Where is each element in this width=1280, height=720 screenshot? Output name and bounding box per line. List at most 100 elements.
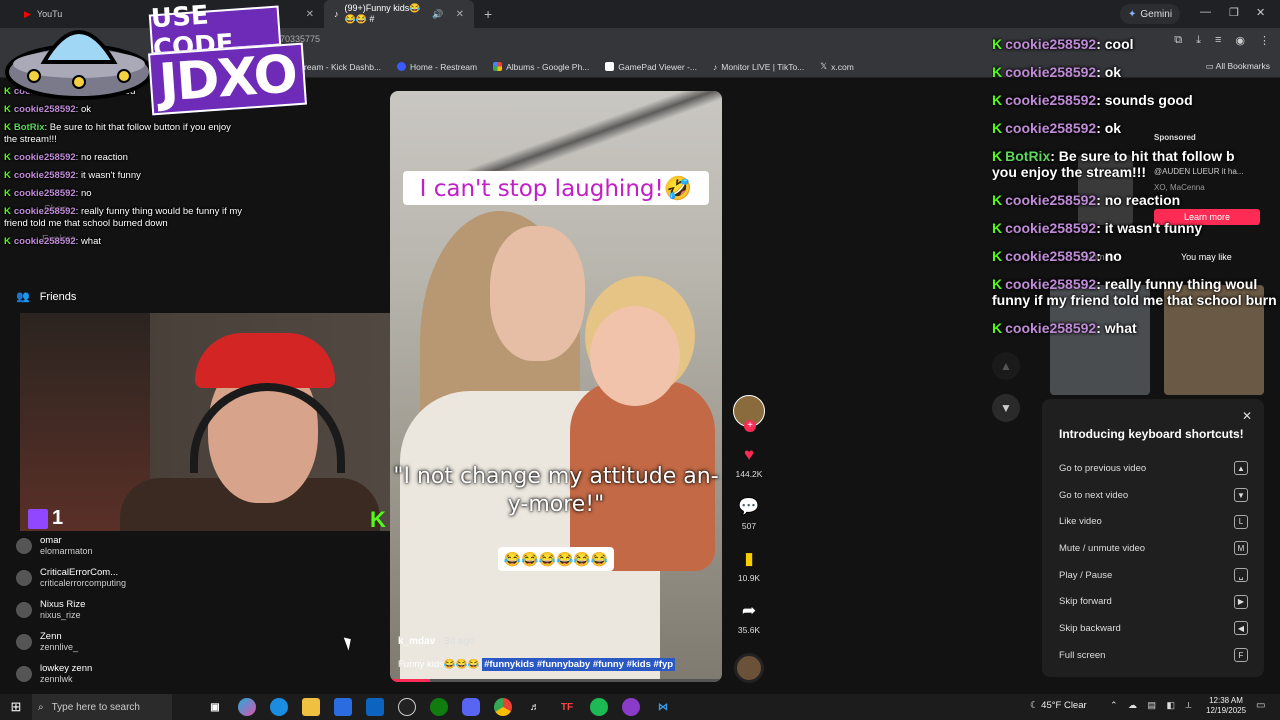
restore-icon[interactable]: ❐ (1229, 6, 1239, 19)
chat-username[interactable]: cookie258592 (1005, 276, 1096, 292)
tf-app-icon[interactable]: TF (558, 698, 576, 716)
avatar (16, 538, 32, 554)
following-item[interactable]: CriticalErrorCom... criticalerrorcomputin… (16, 562, 216, 594)
file-explorer-icon[interactable] (302, 698, 320, 716)
discord-icon[interactable] (462, 698, 480, 716)
following-handle: zennlwk (40, 674, 73, 684)
video-author[interactable]: k_mdav · 3d ago (398, 636, 475, 647)
chat-username[interactable]: cookie258592 (14, 170, 76, 181)
chat-username[interactable]: cookie258592 (14, 236, 76, 247)
video-hashtags[interactable]: #funnykids #funnybaby #funny #kids #fyp (482, 658, 676, 671)
following-text: Zenn zennlive_ (40, 631, 78, 653)
xbox-icon[interactable] (430, 698, 448, 716)
video-progress-bar[interactable] (390, 679, 722, 682)
chat-message: Kcookie258592: really funny thing would … (4, 206, 244, 230)
video-player[interactable]: I can't stop laughing!🤣 "I not change my… (390, 91, 722, 682)
copilot-icon[interactable] (238, 698, 256, 716)
creator-avatar[interactable]: + (733, 395, 765, 432)
like-button[interactable]: ♥ 144.2K (732, 445, 766, 479)
chat-username[interactable]: cookie258592 (14, 206, 76, 217)
shortcuts-title: Introducing keyboard shortcuts! (1059, 427, 1244, 441)
following-text: Nixus Rize nixus_rize (40, 599, 85, 621)
minimize-icon[interactable]: — (1200, 6, 1211, 18)
bookmark-kick[interactable]: Stream - Kick Dashb... (296, 62, 381, 72)
tab-tiktok[interactable]: ♪ (99+)Funny kids😂😂😂 # 🔊 ✕ (324, 0, 474, 28)
previous-video-button[interactable]: ▲ (992, 352, 1020, 380)
bookmark-monitor-live[interactable]: ♪ Monitor LIVE | TikTo... (713, 62, 804, 72)
shortcut-row: Skip backward ◀ (1059, 615, 1248, 642)
close-tab-icon[interactable]: ✕ (456, 9, 464, 20)
chat-message: Kcookie258592: ok (992, 64, 1280, 80)
speaker-icon[interactable]: 🔊 (432, 9, 443, 20)
kick-badge-icon: K (992, 120, 1003, 136)
obs-icon[interactable] (398, 698, 416, 716)
chat-username[interactable]: cookie258592 (1005, 192, 1096, 208)
close-tab-icon[interactable]: ✕ (306, 9, 314, 20)
bookmark-google-photos[interactable]: Albums - Google Ph... (493, 62, 589, 72)
shortcut-row: Skip forward ▶ (1059, 588, 1248, 615)
comment-button[interactable]: 💬 507 (732, 497, 766, 531)
following-item[interactable]: Zenn zennlive_ (16, 626, 216, 658)
chat-username[interactable]: cookie258592 (1005, 120, 1096, 136)
following-item[interactable]: lowkey zenn zennlwk (16, 658, 216, 690)
chat-username[interactable]: cookie258592 (1005, 220, 1096, 236)
spotify-icon[interactable] (590, 698, 608, 716)
streamer-app-icon[interactable] (622, 698, 640, 716)
windows-start-icon[interactable]: ⊞ (0, 699, 32, 715)
kick-badge-icon: K (992, 92, 1003, 108)
chat-username[interactable]: cookie258592 (1005, 248, 1096, 264)
chat-text: : no (75, 188, 92, 199)
task-view-icon[interactable]: ▣ (206, 698, 224, 716)
gamepad-icon (605, 62, 615, 71)
sidebar-item-friends[interactable]: 👥 Friends (16, 290, 76, 304)
vscode-icon[interactable]: ⋈ (654, 698, 672, 716)
calculator-icon[interactable] (334, 698, 352, 716)
promo-code: JDXO (148, 42, 307, 116)
bookmark-icon: ▮ (744, 549, 754, 568)
bookmark-restream[interactable]: Home - Restream (397, 62, 477, 72)
taskbar-search[interactable]: ⌕ Type here to search (32, 694, 172, 720)
chat-text-continued: you enjoy the stream!!! (992, 164, 1147, 180)
close-window-icon[interactable]: ✕ (1256, 6, 1265, 19)
following-name: Zenn (40, 631, 62, 642)
chat-username[interactable]: cookie258592 (14, 152, 76, 163)
following-text: omar elomarmaton (40, 535, 93, 557)
music-disc-icon[interactable] (734, 653, 764, 683)
chat-username[interactable]: BotRix (14, 122, 45, 133)
chat-message: Kcookie258592: it wasn't funny (992, 220, 1280, 236)
system-tray-icons[interactable]: ⌃ ☁ ▤ ◧ ⟂ (1110, 700, 1196, 711)
chat-username[interactable]: cookie258592 (1005, 320, 1096, 336)
avatar (16, 666, 32, 682)
chat-username[interactable]: cookie258592 (14, 188, 76, 199)
chat-username[interactable]: BotRix (1005, 148, 1050, 164)
screen: ▶ YouTu ✕ ♪ (99+)Funny kids😂😂😂 # 🔊 ✕ + ✦… (0, 0, 1280, 720)
following-item[interactable]: omar elomarmaton (16, 530, 216, 562)
close-icon[interactable]: ✕ (1242, 409, 1252, 423)
kick-badge-icon: K (4, 170, 11, 181)
new-tab-button[interactable]: + (474, 6, 502, 22)
following-handle: elomarmaton (40, 546, 93, 556)
save-button[interactable]: ▮ 10.9K (732, 549, 766, 583)
bookmark-x[interactable]: 𝕏x.com (820, 61, 854, 72)
next-video-button[interactable]: ▼ (992, 394, 1020, 422)
bookmark-gamepad[interactable]: GamePad Viewer -... (605, 62, 697, 72)
sound-app-icon[interactable]: ♬ (526, 698, 544, 716)
following-item[interactable]: Nixus Rize nixus_rize (16, 594, 216, 626)
video-progress-fill (390, 679, 430, 682)
share-button[interactable]: ➦ 35.6K (732, 601, 766, 635)
outlook-icon[interactable] (366, 698, 384, 716)
x-icon: 𝕏 (820, 61, 828, 71)
notification-icon[interactable]: ▭ (1256, 700, 1265, 711)
follow-plus-icon[interactable]: + (744, 420, 756, 432)
chat-username[interactable]: cookie258592 (1005, 36, 1096, 52)
gemini-button[interactable]: ✦ Gemini (1120, 4, 1181, 24)
chat-username[interactable]: cookie258592 (1005, 92, 1096, 108)
edge-icon[interactable] (270, 698, 288, 716)
chat-text: : ok (1096, 120, 1122, 136)
chat-message: Kcookie258592: ok (992, 120, 1280, 136)
chat-username[interactable]: cookie258592 (1005, 64, 1096, 80)
twitch-icon (28, 508, 48, 529)
chrome-icon[interactable] (494, 698, 512, 716)
weather-widget[interactable]: ☾ 45°F Clear (1030, 700, 1087, 711)
taskbar-clock[interactable]: 12:38 AM 12/19/2025 (1206, 696, 1246, 716)
